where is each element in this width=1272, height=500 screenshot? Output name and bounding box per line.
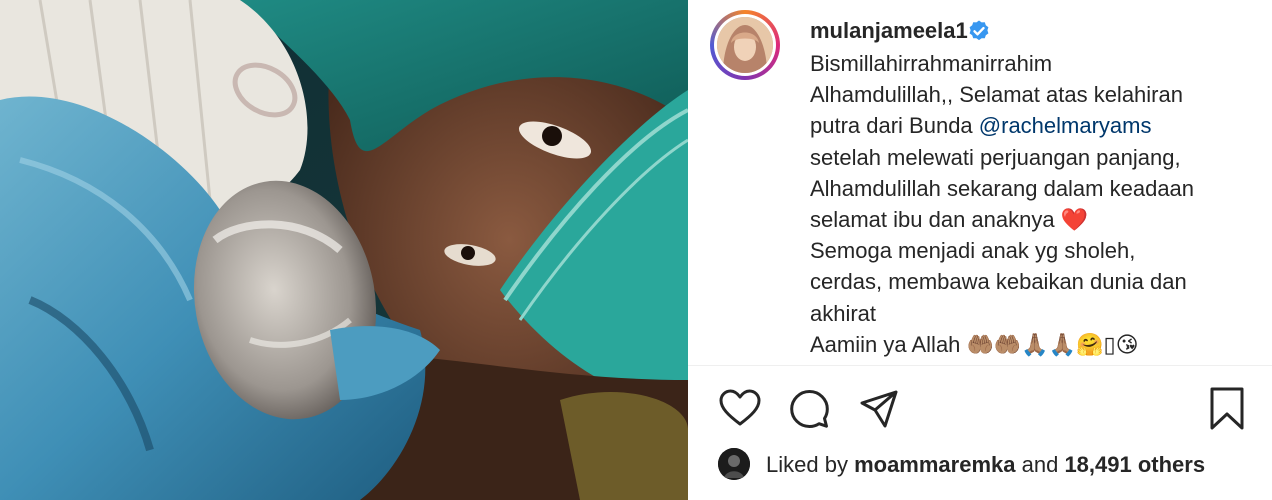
caption-line: akhirat [810,300,877,326]
author-username[interactable]: mulanjameela1 [810,18,968,44]
caption-line: setelah melewati perjuangan panjang, [810,144,1181,170]
author-avatar[interactable] [710,10,780,80]
liker-username[interactable]: moammaremka [854,452,1015,477]
caption-line: Aamiin ya Allah 🤲🏽🤲🏽🙏🏽🙏🏽🤗▯😘 [810,331,1139,357]
post-panel: mulanjameela1 Bismillahirrahmanirrahim A… [688,0,1272,500]
share-icon[interactable] [858,388,900,430]
caption-line: Alhamdulillah,, Selamat atas kelahiran [810,82,1183,108]
caption-line: cerdas, membawa kebaikan dunia dan [810,269,1187,295]
mention-link[interactable]: @rachelmaryams [979,113,1152,138]
caption-line: Alhamdulillah sekarang dalam keadaan [810,175,1195,201]
avatar-image [717,17,773,73]
heart-icon[interactable] [718,388,762,428]
divider [688,365,1272,366]
likes-count[interactable]: 18,491 others [1064,452,1205,477]
liker-avatar[interactable] [718,448,750,480]
caption-line: putra dari Bunda @rachelmaryams [810,113,1152,139]
post-photo[interactable] [0,0,688,500]
caption-line: Semoga menjadi anak yg sholeh, [810,238,1136,264]
caption-line: selamat ibu dan anaknya ❤️ [810,207,1089,233]
comment-icon[interactable] [788,388,830,430]
post-caption: Bismillahirrahmanirrahim Alhamdulillah,,… [810,48,1250,360]
caption-line: Bismillahirrahmanirrahim [810,51,1053,76]
newborn-photo [0,0,688,500]
likes-text: Liked by moammaremka and 18,491 others [766,452,1206,477]
verified-badge-icon [969,20,989,41]
bookmark-icon[interactable] [1208,386,1246,432]
